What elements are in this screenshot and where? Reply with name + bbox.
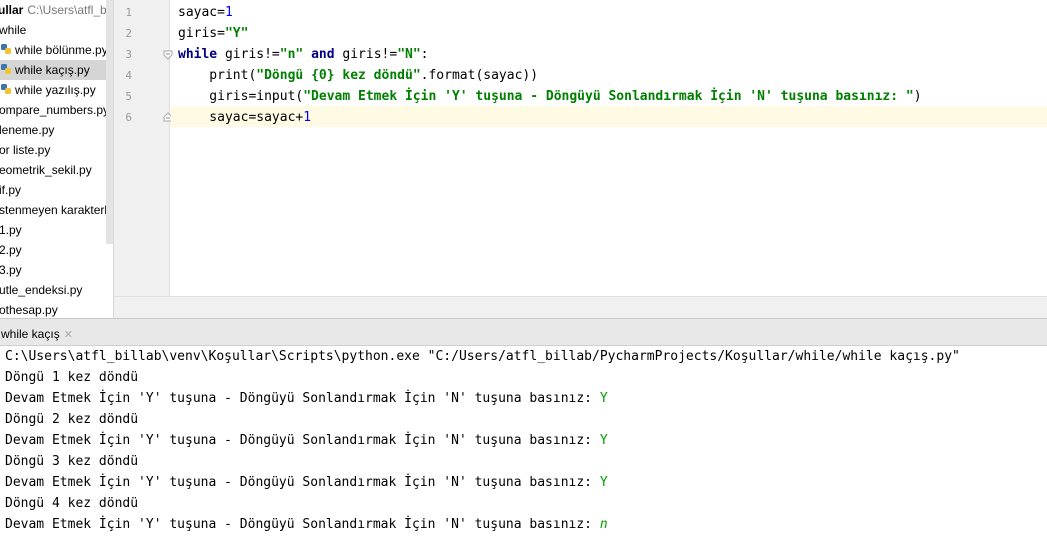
line-number: 3 [125, 48, 132, 61]
console-user-input: n [599, 517, 608, 532]
tree-item-folder[interactable]: while [0, 20, 26, 40]
tree-item-file[interactable]: 1.py [0, 220, 22, 240]
tree-item-file[interactable]: stenmeyen karakterler [0, 200, 114, 220]
tree-item-label: utle_endeksi.py [0, 283, 83, 297]
project-root[interactable]: ullar C:\Users\atfl_bill [0, 2, 114, 18]
tree-item-file[interactable]: utle_endeksi.py [0, 280, 82, 300]
line-number: 6 [125, 111, 132, 124]
tree-item-file-selected[interactable]: while kaçış.py [0, 60, 106, 80]
tree-item-file[interactable]: while yazılış.py [0, 80, 106, 100]
tree-item-label: while kaçış.py [15, 63, 90, 77]
project-scrollbar[interactable] [106, 0, 113, 244]
python-file-icon [1, 64, 11, 74]
console-line: C:\Users\atfl_billab\venv\Koşullar\Scrip… [5, 349, 960, 364]
code-line-3: while giris!="n" and giris!="N": [178, 47, 429, 62]
tree-item-label: leneme.py [0, 123, 55, 137]
tree-item-label: othesap.py [0, 303, 58, 317]
line-number: 5 [125, 90, 132, 103]
code-line-2: giris="Y" [178, 26, 249, 41]
console-line: Devam Etmek İçin 'Y' tuşuna - Döngüyü So… [5, 433, 608, 448]
run-tab-label: while kaçış [1, 327, 60, 341]
tree-item-label: 3.py [0, 263, 22, 277]
console-user-input: Y [599, 433, 608, 448]
console-line: Döngü 1 kez döndü [5, 370, 139, 385]
console-line: Devam Etmek İçin 'Y' tuşuna - Döngüyü So… [5, 517, 608, 532]
tree-item-label: 1.py [0, 223, 22, 237]
tree-item-label: while [0, 23, 27, 37]
console-line: Döngü 3 kez döndü [5, 454, 139, 469]
tree-item-label: 2.py [0, 243, 22, 257]
tree-item-file[interactable]: 2.py [0, 240, 22, 260]
console-user-input: Y [599, 475, 608, 490]
console-line: Döngü 4 kez döndü [5, 496, 139, 511]
tree-item-label: stenmeyen karakterler [0, 203, 114, 217]
python-file-icon [1, 44, 11, 54]
run-console[interactable]: C:\Users\atfl_billab\venv\Koşullar\Scrip… [0, 346, 1047, 554]
code-editor[interactable]: 1 2 3 4 5 6 sayac=1 giris="Y" while giri… [114, 0, 1047, 318]
fold-open-icon[interactable] [163, 50, 173, 60]
tree-item-label: or liste.py [0, 143, 51, 157]
code-line-6: sayac=sayac+1 [178, 110, 312, 125]
tree-item-label: ompare_numbers.py [0, 103, 110, 117]
tree-item-file[interactable]: leneme.py [0, 120, 54, 140]
tree-item-file[interactable]: if.py [0, 180, 21, 200]
tree-item-label: eometrik_sekil.py [0, 163, 92, 177]
line-number: 4 [125, 69, 132, 82]
console-line: Devam Etmek İçin 'Y' tuşuna - Döngüyü So… [5, 391, 608, 406]
code-line-4: print("Döngü {0} kez döndü".format(sayac… [178, 68, 539, 83]
line-number-gutter: 1 2 3 4 5 6 [114, 0, 173, 296]
tree-item-file[interactable]: or liste.py [0, 140, 50, 160]
tree-item-file[interactable]: othesap.py [0, 300, 58, 318]
editor-breadcrumb-bar [114, 296, 1047, 318]
run-tab-bar: while kaçış ✕ [0, 318, 1047, 346]
tree-item-label: while bölünme.py [15, 43, 108, 57]
line-number: 2 [125, 27, 132, 40]
console-line: Devam Etmek İçin 'Y' tuşuna - Döngüyü So… [5, 475, 608, 490]
tree-item-file[interactable]: 3.py [0, 260, 22, 280]
line-number: 1 [125, 6, 132, 19]
tree-item-file[interactable]: eometrik_sekil.py [0, 160, 92, 180]
code-line-1: sayac=1 [178, 5, 233, 20]
console-line: Döngü 2 kez döndü [5, 412, 139, 427]
code-line-5: giris=input("Devam Etmek İçin 'Y' tuşuna… [178, 89, 922, 104]
tree-item-label: if.py [0, 183, 22, 197]
project-root-name: ullar [0, 3, 24, 17]
project-root-path: C:\Users\atfl_bill [27, 3, 114, 17]
python-file-icon [1, 84, 11, 94]
project-tree-panel: ullar C:\Users\atfl_bill while while bölü… [0, 0, 114, 318]
tree-item-file[interactable]: while bölünme.py [0, 40, 108, 60]
console-user-input: Y [599, 391, 608, 406]
close-icon[interactable]: ✕ [64, 329, 73, 341]
tree-item-label: while yazılış.py [15, 83, 96, 97]
run-tab[interactable]: while kaçış ✕ [0, 323, 81, 345]
tree-item-file[interactable]: ompare_numbers.py [0, 100, 109, 120]
